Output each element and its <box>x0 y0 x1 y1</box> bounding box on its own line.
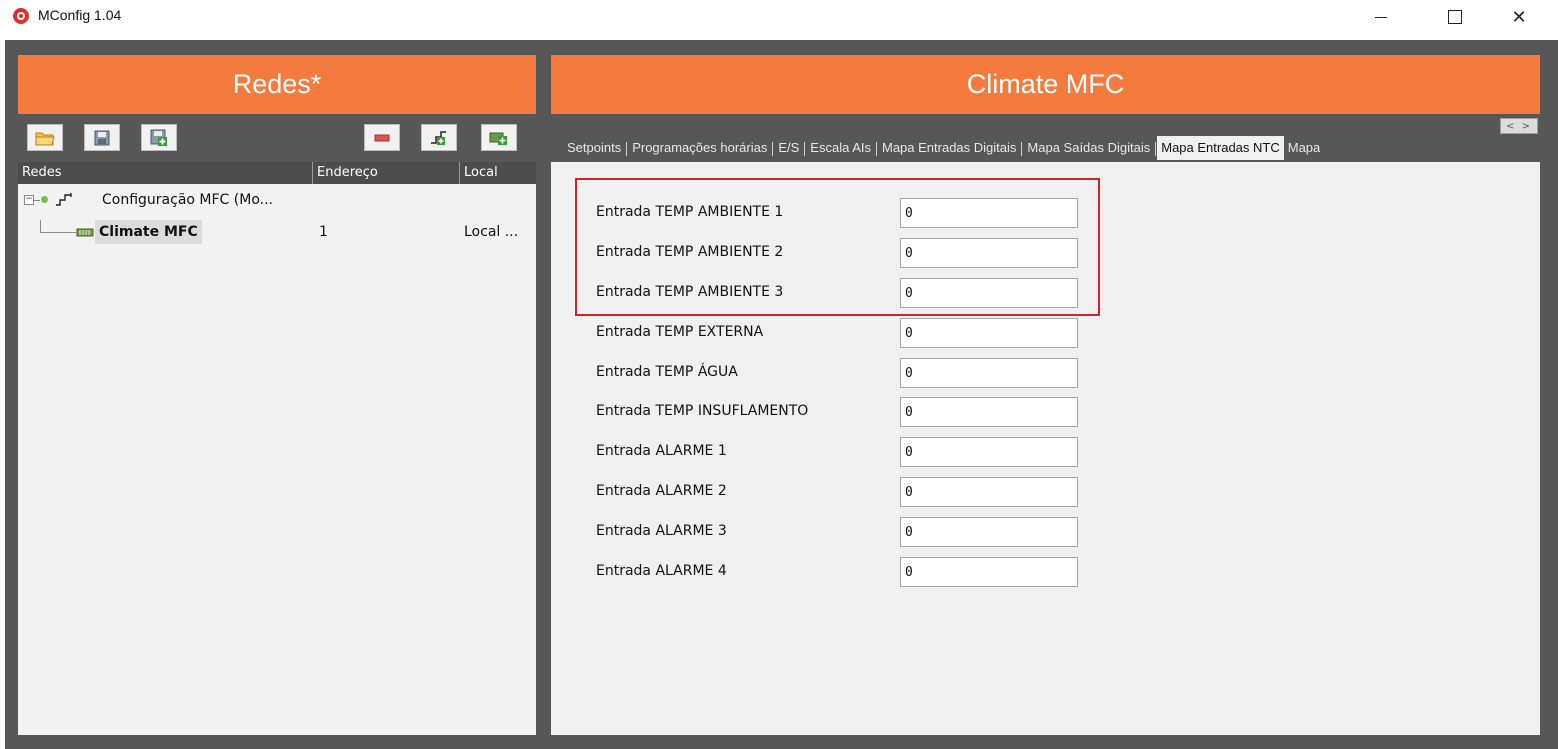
field-input-alarme-1[interactable] <box>900 437 1078 467</box>
field-label-temp-insuflamento: Entrada TEMP INSUFLAMENTO <box>596 403 809 419</box>
field-label-alarme-1: Entrada ALARME 1 <box>596 443 727 459</box>
add-network-button[interactable] <box>421 124 457 151</box>
tree-root-label: Configuração MFC (Mo... <box>102 192 273 208</box>
tab-separator <box>876 141 877 156</box>
field-input-alarme-2[interactable] <box>900 477 1078 507</box>
close-icon: ✕ <box>1511 6 1527 28</box>
add-network-icon <box>431 130 446 145</box>
minimize-button[interactable] <box>1352 0 1410 34</box>
tab-separator <box>1021 141 1023 156</box>
tab-setpoints[interactable]: Setpoints <box>563 136 625 160</box>
field-label-temp-ambiente-1: Entrada TEMP AMBIENTE 1 <box>596 204 784 220</box>
tab-separator <box>804 141 806 156</box>
app-logo-icon <box>13 8 29 24</box>
add-device-icon <box>489 132 507 145</box>
tree-connector <box>40 232 76 233</box>
field-label-temp-externa: Entrada TEMP EXTERNA <box>596 324 764 340</box>
title-bar: MConfig 1.04 ✕ <box>0 0 1558 38</box>
tab-es[interactable]: E/S <box>774 136 803 160</box>
tab-bar: Setpoints Programações horárias E/S Escala … <box>563 136 1498 162</box>
field-label-alarme-2: Entrada ALARME 2 <box>596 483 727 499</box>
networks-header: Redes* <box>18 55 536 114</box>
open-button[interactable] <box>27 124 63 151</box>
tree-header: Redes Endereço Local <box>18 162 536 184</box>
save-as-icon <box>150 129 167 146</box>
field-input-temp-ambiente-3[interactable] <box>900 278 1078 308</box>
save-icon <box>94 130 110 145</box>
tab-mapa-entradas-digitais[interactable]: Mapa Entradas Digitais <box>878 136 1020 160</box>
field-label-alarme-4: Entrada ALARME 4 <box>596 563 727 579</box>
tab-escala-ais[interactable]: Escala AIs <box>806 136 875 160</box>
field-label-temp-ambiente-3: Entrada TEMP AMBIENTE 3 <box>596 284 784 300</box>
save-as-button[interactable] <box>141 124 177 151</box>
tree-device-address: 1 <box>319 224 328 240</box>
tab-mapa-entradas-ntc[interactable]: Mapa Entradas NTC <box>1157 136 1284 160</box>
tab-separator <box>626 141 628 156</box>
field-input-temp-externa[interactable] <box>900 318 1078 348</box>
tab-separator <box>1155 141 1157 156</box>
minimize-icon <box>1375 16 1387 18</box>
column-header-endereco[interactable]: Endereço <box>313 162 460 184</box>
column-header-local[interactable]: Local <box>460 162 536 184</box>
tab-programacoes-horarias[interactable]: Programações horárias <box>628 136 771 160</box>
collapse-icon[interactable]: − <box>24 195 34 205</box>
save-button[interactable] <box>84 124 120 151</box>
open-folder-icon <box>35 132 55 145</box>
maximize-button[interactable] <box>1426 0 1484 34</box>
remove-icon <box>374 134 390 141</box>
status-online-icon <box>41 196 48 203</box>
add-device-button[interactable] <box>481 124 517 151</box>
tree-device-local: Local ... <box>464 224 519 240</box>
window-title: MConfig 1.04 <box>38 7 122 23</box>
device-icon <box>76 228 94 237</box>
field-label-temp-ambiente-2: Entrada TEMP AMBIENTE 2 <box>596 244 784 260</box>
tab-scroll-arrows[interactable]: < > <box>1500 118 1538 134</box>
tree-connector <box>34 200 40 201</box>
close-button[interactable]: ✕ <box>1490 0 1548 34</box>
remove-button[interactable] <box>364 124 400 151</box>
tab-mapa[interactable]: Mapa <box>1284 136 1325 160</box>
maximize-icon <box>1448 10 1462 24</box>
networks-tree: Redes Endereço Local − Configuração MFC … <box>18 162 536 735</box>
network-icon <box>56 193 72 206</box>
field-input-temp-ambiente-2[interactable] <box>900 238 1078 268</box>
tree-device-label: Climate MFC <box>95 220 202 244</box>
field-input-alarme-3[interactable] <box>900 517 1078 547</box>
tree-row-device[interactable]: Climate MFC 1 Local ... <box>18 220 536 244</box>
tree-row-root[interactable]: − Configuração MFC (Mo... <box>18 188 536 212</box>
field-input-temp-ambiente-1[interactable] <box>900 198 1078 228</box>
column-header-redes[interactable]: Redes <box>18 162 313 184</box>
tab-separator <box>772 141 774 156</box>
tab-mapa-saidas-digitais[interactable]: Mapa Saídas Digitais <box>1023 136 1154 160</box>
field-input-alarme-4[interactable] <box>900 557 1078 587</box>
field-label-alarme-3: Entrada ALARME 3 <box>596 523 727 539</box>
device-header: Climate MFC <box>551 55 1540 114</box>
field-input-temp-agua[interactable] <box>900 358 1078 388</box>
field-label-temp-agua: Entrada TEMP ÁGUA <box>596 364 738 380</box>
field-input-temp-insuflamento[interactable] <box>900 397 1078 427</box>
